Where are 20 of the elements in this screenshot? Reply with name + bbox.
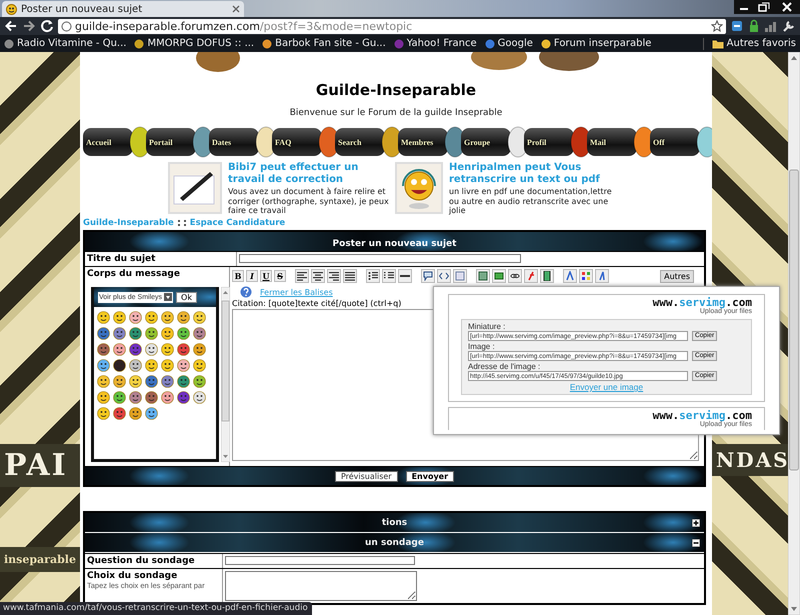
field-label: Corps du message [87,269,181,279]
banner-lettering: PAI [0,444,80,487]
formatting-hint: Citation: [quote]texte cité[/quote] (ctrl+q) [232,299,402,308]
tab-title: Poster un nouveau sujet [21,4,144,14]
field-label: Adresse de l'image : [468,362,542,371]
field-label: Titre du sujet [85,252,237,266]
site-subtitle: Bienvenue sur le Forum de la guilde Inseprable [288,108,504,118]
field-label: Question du sondage [85,554,223,568]
ad-description: un livre en pdf une documentation,lettre ou autre en audio retranscrite avec une jolie [449,187,613,216]
side-label: inseparable [0,547,80,572]
url-path: /post?f=3&mode=newtopic [260,20,412,32]
banner-lettering: NDAS [712,444,788,476]
field-label: Choix du sondage [87,571,178,581]
site-title: Guilde-Inseparable [314,81,478,99]
field-label: Image : [468,342,496,351]
url-host: guilde-inseparable.forumzen.com [75,20,260,32]
field-label: Miniature : [468,322,506,331]
form-header-bar: Poster un nouveau sujet [85,232,704,251]
ad-description: Vous avez un document à faire relire et corriger (orthographe, syntaxe), je peux faire ce travail [228,187,390,216]
status-url: www.tafmania.com/taf/vous-retranscrire-un-text-ou-pdf-en-fichier-audio [3,603,308,613]
